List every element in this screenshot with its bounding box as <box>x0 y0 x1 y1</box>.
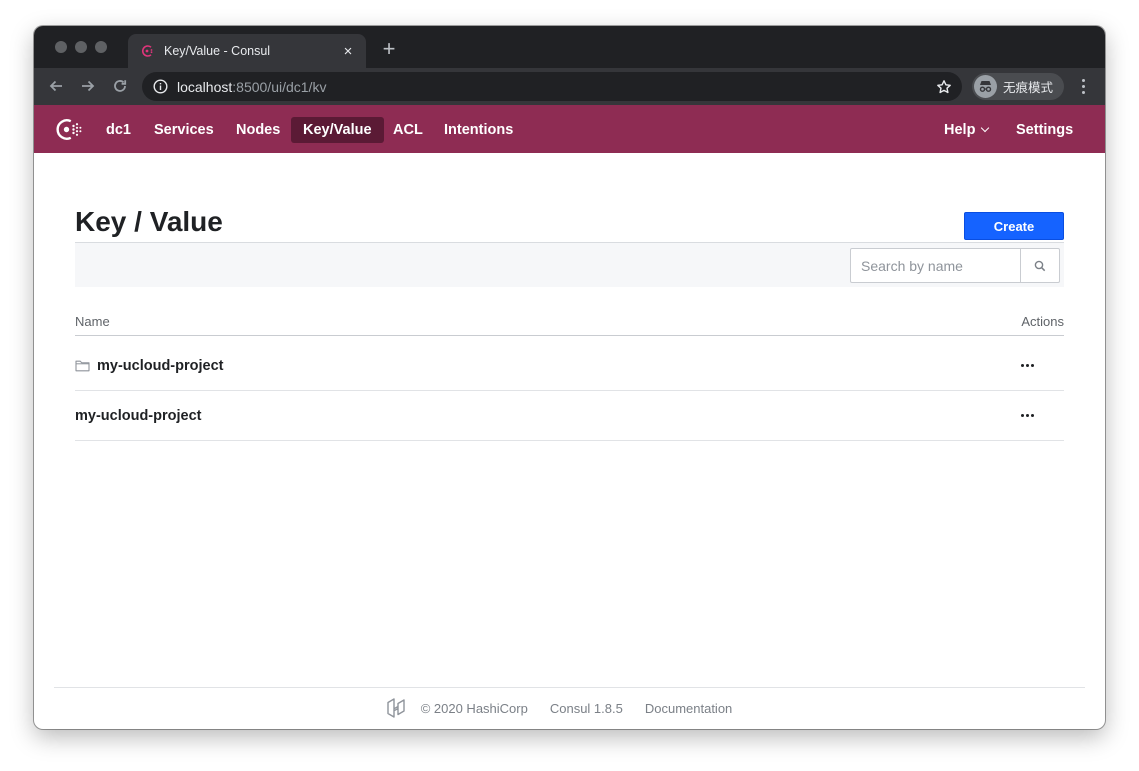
forward-arrow-icon[interactable] <box>78 76 98 96</box>
create-button[interactable]: Create <box>964 212 1064 240</box>
browser-tab[interactable]: Key/Value - Consul × <box>128 34 366 68</box>
minimize-window-button[interactable] <box>75 41 87 53</box>
table-row[interactable]: my-ucloud-project <box>75 341 1064 391</box>
footer: © 2020 HashiCorp Consul 1.8.5 Documentat… <box>34 696 1105 720</box>
page-title: Key / Value <box>75 206 223 237</box>
browser-toolbar: localhost:8500/ui/dc1/kv 无痕模式 <box>34 68 1105 105</box>
footer-divider <box>54 687 1085 688</box>
footer-copyright: © 2020 HashiCorp <box>420 700 528 716</box>
close-window-button[interactable] <box>55 41 67 53</box>
chevron-down-icon <box>981 123 990 133</box>
nav-intentions[interactable]: Intentions <box>432 117 525 143</box>
reload-icon[interactable] <box>110 76 130 96</box>
back-arrow-icon[interactable] <box>46 76 66 96</box>
nav-help[interactable]: Help <box>932 117 1000 143</box>
tab-strip: Key/Value - Consul × + <box>34 26 1105 68</box>
folder-icon <box>75 360 90 372</box>
tab-title: Key/Value - Consul <box>164 44 271 58</box>
browser-window: Key/Value - Consul × + localhost:8500/ui… <box>34 26 1105 729</box>
url-path: :8500/ui/dc1/kv <box>232 78 327 95</box>
table-row[interactable]: my-ucloud-project <box>75 391 1064 441</box>
consul-logo-icon[interactable] <box>53 116 83 143</box>
footer-documentation-link[interactable]: Documentation <box>645 701 732 716</box>
site-info-icon[interactable] <box>153 79 168 94</box>
incognito-label: 无痕模式 <box>1003 81 1054 95</box>
kv-key-name[interactable]: my-ucloud-project <box>75 391 201 441</box>
nav-key-value[interactable]: Key/Value <box>291 117 384 143</box>
bookmark-star-icon[interactable] <box>936 79 952 95</box>
search-input[interactable] <box>851 249 1020 282</box>
new-tab-button[interactable]: + <box>378 38 400 60</box>
incognito-indicator[interactable]: 无痕模式 <box>972 73 1064 100</box>
table-header: Name Actions <box>75 310 1064 336</box>
column-header-name: Name <box>75 314 110 329</box>
consul-favicon-icon <box>140 44 154 58</box>
row-actions-menu-icon[interactable] <box>1015 405 1039 425</box>
zoom-window-button[interactable] <box>95 41 107 53</box>
nav-services[interactable]: Services <box>142 117 226 143</box>
nav-datacenter-dc1[interactable]: dc1 <box>94 117 143 143</box>
row-name: my-ucloud-project <box>97 358 224 374</box>
search-box <box>850 248 1060 283</box>
nav-nodes[interactable]: Nodes <box>224 117 292 143</box>
consul-navbar: dc1 Services Nodes Key/Value ACL Intenti… <box>34 105 1105 153</box>
nav-help-label: Help <box>944 122 976 138</box>
filter-bar <box>75 243 1064 287</box>
hashicorp-logo-icon[interactable] <box>385 697 407 719</box>
row-actions-menu-icon[interactable] <box>1015 355 1039 375</box>
row-name: my-ucloud-project <box>75 408 202 424</box>
search-button[interactable] <box>1020 249 1059 282</box>
search-icon <box>1034 260 1046 272</box>
column-header-actions: Actions <box>1021 314 1064 329</box>
footer-version: Consul 1.8.5 <box>549 700 623 716</box>
kv-folder-name[interactable]: my-ucloud-project <box>75 341 223 391</box>
address-bar[interactable]: localhost:8500/ui/dc1/kv <box>142 72 962 101</box>
nav-acl[interactable]: ACL <box>381 117 435 143</box>
url-host: localhost <box>177 78 233 95</box>
close-tab-icon[interactable]: × <box>340 43 356 60</box>
browser-menu-icon[interactable] <box>1076 76 1090 96</box>
incognito-icon <box>974 75 997 98</box>
nav-settings[interactable]: Settings <box>1004 117 1085 143</box>
